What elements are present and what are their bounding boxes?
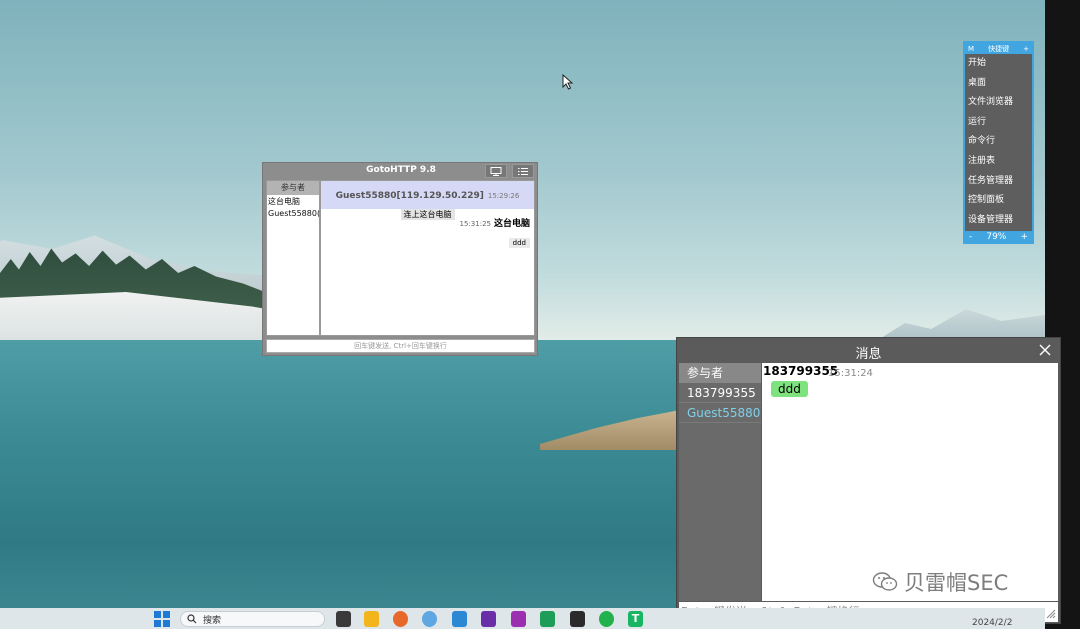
monitor-icon bbox=[490, 166, 502, 176]
message-time: 15:31:25 bbox=[459, 220, 491, 228]
zoom-bar: - 79% + bbox=[965, 231, 1032, 242]
resize-grip-icon[interactable] bbox=[1045, 608, 1056, 619]
search-icon bbox=[187, 614, 197, 624]
message-chat-area: 183799355 15:31:24 ddd 贝雷帽SEC bbox=[762, 363, 1058, 601]
store-icon[interactable] bbox=[452, 611, 467, 627]
gotohttp-titlebar[interactable]: GotoHTTP 9.8 bbox=[263, 163, 537, 179]
shortcut-start[interactable]: 开始 bbox=[965, 54, 1032, 74]
list-icon bbox=[518, 167, 528, 175]
message-window-title: 消息 bbox=[855, 347, 882, 362]
message-text: 连上这台电脑 bbox=[400, 209, 455, 220]
windows-start-icon[interactable] bbox=[154, 611, 170, 627]
message-titlebar[interactable]: 消息 bbox=[677, 338, 1060, 363]
gotohttp-window[interactable]: GotoHTTP 9.8 参与者 这台电脑 Guest55880(119 Gue… bbox=[262, 162, 538, 356]
message-time: 15:29:26 bbox=[487, 192, 520, 200]
message-sender: 这台电脑 bbox=[493, 219, 530, 229]
firefox-icon[interactable] bbox=[393, 611, 408, 627]
message-bubble: ddd bbox=[771, 381, 808, 397]
gotohttp-chat-area: Guest55880[119.129.50.229] 15:29:26 连上这台电… bbox=[320, 180, 535, 336]
shortcut-device-manager[interactable]: 设备管理器 bbox=[965, 211, 1032, 231]
participants-header: 参与者 bbox=[679, 363, 761, 383]
file-explorer-icon[interactable] bbox=[364, 611, 379, 627]
shortcut-cmd[interactable]: 命令行 bbox=[965, 132, 1032, 152]
shortcut-regedit[interactable]: 注册表 bbox=[965, 152, 1032, 172]
message-sender: Guest55880[119.129.50.229] bbox=[335, 191, 484, 201]
message-time: 15:31:24 bbox=[828, 368, 873, 379]
message-window[interactable]: 消息 参与者 183799355 Guest55880(1 183799355 … bbox=[676, 337, 1061, 624]
typora-icon[interactable]: T bbox=[628, 611, 643, 627]
gotohttp-message-input[interactable]: 回车键发送, Ctrl+回车键换行 bbox=[266, 339, 535, 353]
chat-toggle-button[interactable] bbox=[485, 164, 507, 178]
shortcut-control-panel[interactable]: 控制面板 bbox=[965, 191, 1032, 211]
watermark: 贝雷帽SEC bbox=[872, 567, 1008, 597]
tray-clock: 2024/2/2 bbox=[972, 618, 1013, 628]
taskbar-search[interactable]: 搜索 bbox=[180, 611, 325, 627]
shortcut-title: 快捷键 bbox=[988, 44, 1010, 53]
watermark-text: 贝雷帽SEC bbox=[904, 571, 1009, 595]
shortcut-desktop[interactable]: 桌面 bbox=[965, 74, 1032, 94]
participant-item[interactable]: Guest55880(119 bbox=[267, 208, 319, 219]
mode-button[interactable]: M bbox=[968, 45, 974, 53]
zoom-in-button[interactable]: + bbox=[1020, 232, 1028, 242]
game-icon[interactable] bbox=[481, 611, 496, 627]
participants-header: 参与者 bbox=[267, 181, 319, 195]
shortcut-header: M 快捷键 + bbox=[965, 43, 1032, 54]
shortcut-panel: M 快捷键 + 开始 桌面 文件浏览器 运行 命令行 注册表 任务管理器 控制面… bbox=[963, 41, 1034, 244]
task-view-icon[interactable] bbox=[336, 611, 351, 627]
ide-icon[interactable] bbox=[511, 611, 526, 627]
add-shortcut-button[interactable]: + bbox=[1023, 45, 1029, 53]
participant-item[interactable]: 183799355 bbox=[679, 383, 761, 403]
message-text: ddd bbox=[508, 238, 530, 248]
gotohttp-participants-panel: 参与者 这台电脑 Guest55880(119 bbox=[266, 180, 320, 336]
chat-message: Guest55880[119.129.50.229] 15:29:26 连上这台电… bbox=[321, 181, 534, 220]
mouse-cursor-icon bbox=[562, 74, 574, 90]
shortcut-run[interactable]: 运行 bbox=[965, 113, 1032, 133]
terminal-icon[interactable] bbox=[570, 611, 585, 627]
search-label: 搜索 bbox=[203, 615, 222, 626]
participant-item[interactable]: Guest55880(1 bbox=[679, 403, 761, 423]
zoom-out-button[interactable]: - bbox=[969, 232, 972, 242]
participant-item[interactable]: 这台电脑 bbox=[267, 195, 319, 208]
message-participants-panel: 参与者 183799355 Guest55880(1 bbox=[679, 363, 761, 601]
wechat-icon[interactable] bbox=[599, 611, 614, 627]
copilot-icon[interactable] bbox=[422, 611, 437, 627]
shortcut-file-explorer[interactable]: 文件浏览器 bbox=[965, 93, 1032, 113]
pycharm-icon[interactable] bbox=[540, 611, 555, 627]
shortcut-task-manager[interactable]: 任务管理器 bbox=[965, 172, 1032, 192]
wechat-icon bbox=[872, 572, 898, 591]
message-sender: 183799355 bbox=[763, 364, 839, 378]
close-icon[interactable] bbox=[1038, 343, 1052, 357]
taskbar: 搜索 T bbox=[0, 608, 1045, 629]
menu-button[interactable] bbox=[512, 164, 534, 178]
zoom-level: 79% bbox=[986, 231, 1007, 242]
